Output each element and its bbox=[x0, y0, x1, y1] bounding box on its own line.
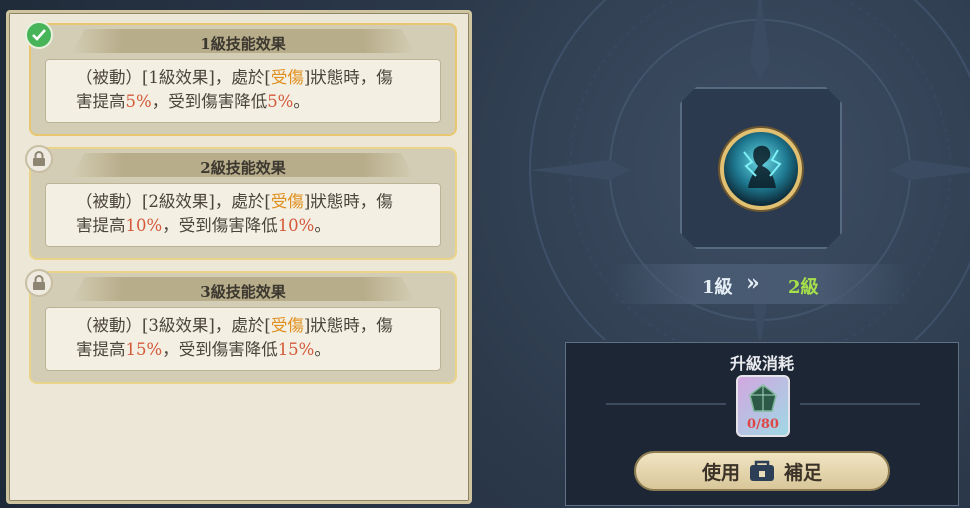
damage-reduction-value: 15% bbox=[277, 340, 315, 359]
desc-text: ]狀態時，傷 bbox=[303, 192, 393, 211]
damage-reduction-value: 10% bbox=[277, 216, 315, 235]
item-count: 0/80 bbox=[747, 417, 779, 432]
skill-description: （被動）[1級效果]，處於[受傷]狀態時，傷 害提高5%，受到傷害降低5%。 bbox=[45, 59, 441, 123]
status-keyword: 受傷 bbox=[270, 68, 304, 87]
bag-icon bbox=[750, 460, 774, 481]
crystal-icon bbox=[749, 384, 777, 412]
skill-card-level-1: 1級技能效果 （被動）[1級效果]，處於[受傷]狀態時，傷 害提高5%，受到傷害… bbox=[25, 21, 457, 136]
desc-text: 。 bbox=[314, 340, 331, 359]
damage-increase-value: 10% bbox=[125, 216, 163, 235]
check-icon bbox=[25, 21, 53, 49]
lock-icon bbox=[25, 269, 53, 297]
double-chevron-icon: » bbox=[746, 270, 760, 296]
desc-text: 害提高 bbox=[76, 340, 126, 359]
skill-card-level-3: 3級技能效果 （被動）[3級效果]，處於[受傷]狀態時，傷 害提高15%，受到傷… bbox=[25, 269, 457, 384]
skill-description: （被動）[2級效果]，處於[受傷]狀態時，傷 害提高10%，受到傷害降低10%。 bbox=[45, 183, 441, 247]
desc-text: （被動）[3級效果]，處於[ bbox=[76, 316, 271, 335]
skill-effects-panel: 1級技能效果 （被動）[1級效果]，處於[受傷]狀態時，傷 害提高5%，受到傷害… bbox=[6, 10, 472, 504]
desc-text: ，受到傷害降低 bbox=[151, 92, 268, 111]
upgrade-cost-panel: 升級消耗 0/80 使用 補足 bbox=[565, 342, 959, 506]
card-title: 2級技能效果 bbox=[200, 159, 286, 177]
current-level: 1級 bbox=[702, 277, 733, 298]
next-level: 2級 bbox=[788, 277, 819, 298]
lock-icon bbox=[25, 145, 53, 173]
desc-text: ]狀態時，傷 bbox=[303, 68, 393, 87]
desc-text: （被動）[2級效果]，處於[ bbox=[76, 192, 271, 211]
desc-text: 。 bbox=[314, 216, 331, 235]
button-label: 補足 bbox=[784, 461, 823, 484]
level-progress-bar bbox=[610, 264, 910, 304]
status-keyword: 受傷 bbox=[270, 316, 304, 335]
card-title: 3級技能效果 bbox=[200, 283, 286, 301]
desc-text: ，受到傷害降低 bbox=[162, 216, 278, 235]
divider bbox=[800, 403, 920, 405]
damage-increase-value: 5% bbox=[125, 92, 152, 111]
damage-increase-value: 15% bbox=[125, 340, 163, 359]
cost-title: 升級消耗 bbox=[729, 354, 794, 373]
status-keyword: 受傷 bbox=[270, 192, 304, 211]
use-supplement-button[interactable]: 使用 補足 bbox=[634, 451, 890, 491]
skill-card-level-2: 2級技能效果 （被動）[2級效果]，處於[受傷]狀態時，傷 害提高10%，受到傷… bbox=[25, 145, 457, 260]
desc-text: 害提高 bbox=[76, 92, 126, 111]
card-title: 1級技能效果 bbox=[200, 35, 286, 53]
damage-reduction-value: 5% bbox=[267, 92, 294, 111]
skill-description: （被動）[3級效果]，處於[受傷]狀態時，傷 害提高15%，受到傷害降低15%。 bbox=[45, 307, 441, 371]
skill-icon bbox=[720, 128, 802, 210]
desc-text: （被動）[1級效果]，處於[ bbox=[76, 68, 271, 87]
button-label: 使用 bbox=[701, 461, 740, 484]
upgrade-material-item[interactable]: 0/80 bbox=[736, 375, 790, 437]
desc-text: ，受到傷害降低 bbox=[162, 340, 278, 359]
divider bbox=[606, 403, 726, 405]
desc-text: ]狀態時，傷 bbox=[303, 316, 393, 335]
desc-text: 害提高 bbox=[76, 216, 126, 235]
desc-text: 。 bbox=[293, 92, 310, 111]
